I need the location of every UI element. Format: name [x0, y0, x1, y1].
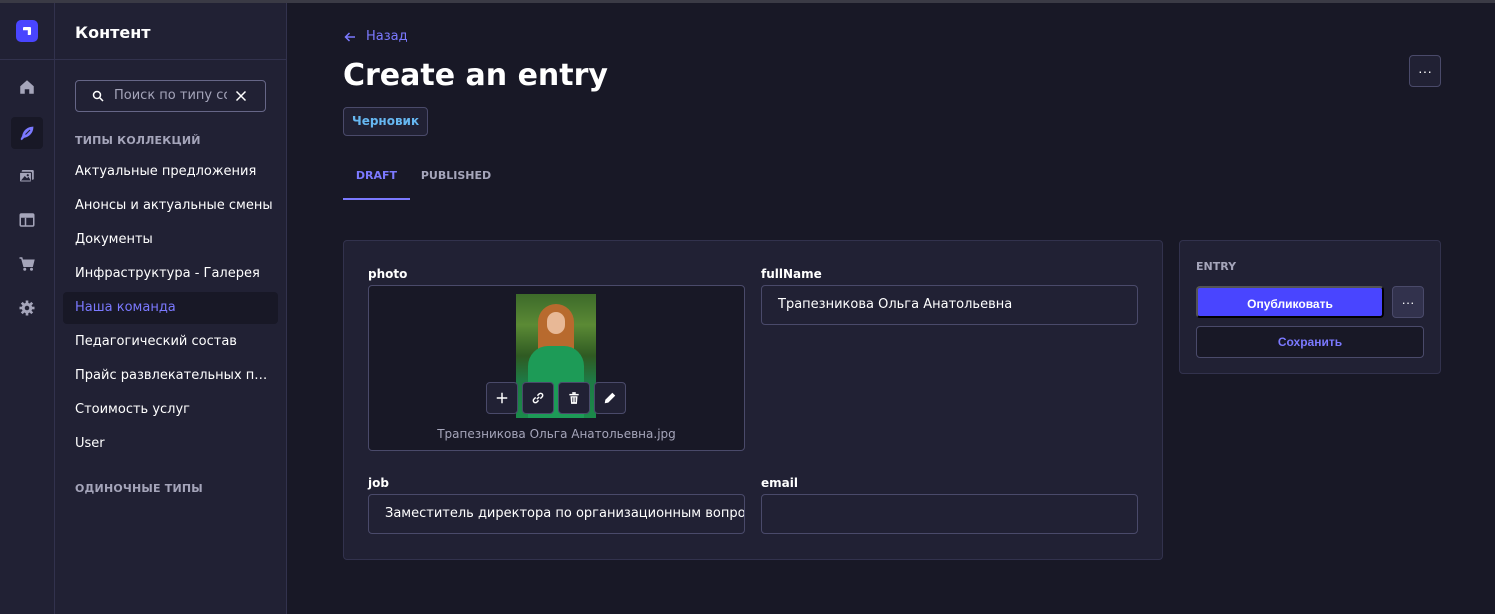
status-badge: Черновик: [343, 107, 429, 136]
close-icon[interactable]: [235, 90, 247, 102]
back-link[interactable]: Назад: [344, 29, 408, 44]
search-input[interactable]: Поиск по типу содержимого: [75, 80, 266, 112]
main-nav-rail: [0, 3, 55, 614]
page-title: Create an entry: [343, 58, 608, 93]
marketplace-icon[interactable]: [11, 248, 43, 280]
fullname-field[interactable]: Трапезникова Ольга Анатольевна: [761, 285, 1138, 325]
photo-filename: Трапезникова Ольга Анатольевна.jpg: [437, 427, 676, 441]
content-manager-icon[interactable]: [11, 117, 43, 149]
content-subnav: Контент Поиск по типу содержимого ТИПЫ К…: [55, 3, 287, 614]
subnav-item-dokumenty[interactable]: Документы: [63, 224, 278, 256]
save-button[interactable]: Сохранить: [1196, 326, 1424, 358]
subnav-title: Контент: [75, 23, 151, 42]
media-library-icon[interactable]: [11, 160, 43, 192]
subnav-item-prays[interactable]: Прайс развлекательных п…: [63, 360, 278, 392]
subnav-item-nasha-komanda[interactable]: Наша команда: [63, 292, 278, 324]
job-label: job: [368, 476, 389, 490]
subnav-item-pedagogicheskiy-sostav[interactable]: Педагогический состав: [63, 326, 278, 358]
subnav-divider: [55, 59, 286, 60]
entry-actions-panel: ENTRY Опубликовать ··· Сохранить: [1179, 240, 1441, 374]
subnav-item-user[interactable]: User: [63, 428, 278, 460]
single-types-label: ОДИНОЧНЫЕ ТИПЫ: [75, 482, 203, 495]
email-field[interactable]: [761, 494, 1138, 534]
subnav-item-aktualnye-predlozheniya[interactable]: Актуальные предложения: [63, 156, 278, 188]
add-icon[interactable]: [486, 382, 518, 414]
edit-icon[interactable]: [594, 382, 626, 414]
subnav-item-anonsy[interactable]: Анонсы и актуальные смены: [63, 190, 278, 222]
main-content: Назад Create an entry ··· Черновик DRAFT…: [287, 3, 1495, 614]
rail-divider: [0, 59, 55, 60]
back-label: Назад: [366, 29, 408, 44]
more-options-button[interactable]: ···: [1392, 286, 1424, 318]
subnav-item-infrastruktura[interactable]: Инфраструктура - Галерея: [63, 258, 278, 290]
search-placeholder: Поиск по типу содержимого: [114, 88, 227, 103]
arrow-left-icon: [344, 31, 355, 42]
layout-builder-icon[interactable]: [11, 204, 43, 236]
job-field[interactable]: Заместитель директора по организационным…: [368, 494, 745, 534]
entry-form-card: photo Трапезникова Ольга Анатольевна.jpg…: [343, 240, 1163, 560]
subnav-item-stoimost-uslug[interactable]: Стоимость услуг: [63, 394, 278, 426]
settings-icon[interactable]: [11, 292, 43, 324]
photo-media-field[interactable]: Трапезникова Ольга Анатольевна.jpg: [368, 285, 745, 451]
entry-panel-label: ENTRY: [1196, 260, 1237, 273]
collection-types-label: ТИПЫ КОЛЛЕКЦИЙ: [75, 134, 201, 147]
search-icon: [92, 90, 104, 102]
more-actions-button[interactable]: ···: [1409, 55, 1441, 87]
tab-published[interactable]: PUBLISHED: [418, 166, 494, 200]
strapi-logo-icon[interactable]: [16, 20, 38, 42]
home-icon[interactable]: [11, 71, 43, 103]
photo-label: photo: [368, 267, 408, 281]
trash-icon[interactable]: [558, 382, 590, 414]
more-icon: ···: [1401, 294, 1415, 310]
more-icon: ···: [1418, 63, 1432, 79]
fullname-label: fullName: [761, 267, 822, 281]
link-icon[interactable]: [522, 382, 554, 414]
email-label: email: [761, 476, 798, 490]
publish-button[interactable]: Опубликовать: [1196, 286, 1384, 318]
tab-draft[interactable]: DRAFT: [343, 166, 410, 200]
